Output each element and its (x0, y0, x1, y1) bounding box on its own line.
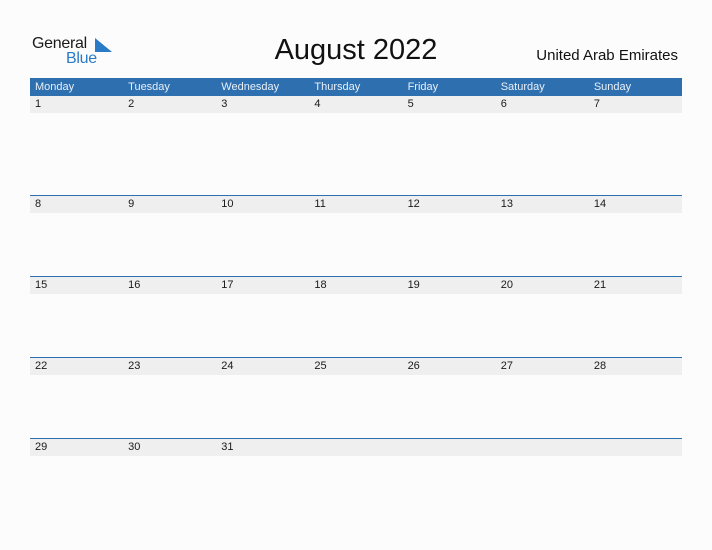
day-cell: 14 (593, 198, 607, 210)
day-cell: 12 (407, 198, 420, 210)
day-cell: 7 (593, 98, 600, 110)
date-row: 1 2 3 4 5 6 7 (30, 96, 682, 113)
day-cell: 17 (221, 279, 234, 291)
day-cell: 21 (593, 279, 607, 291)
day-cell: 25 (314, 360, 327, 372)
week-row: 1 2 3 4 5 6 7 (30, 96, 682, 195)
weekday-sunday: Sunday (593, 81, 632, 93)
day-cell: 1 (35, 98, 42, 110)
day-cell: 10 (221, 198, 234, 210)
day-cell: 22 (35, 360, 48, 372)
day-cell: 26 (407, 360, 420, 372)
week-row: 8 9 10 11 12 13 14 (30, 195, 682, 276)
weekday-friday: Friday (407, 81, 439, 93)
country-label: United Arab Emirates (536, 47, 678, 64)
day-cell: 28 (593, 360, 607, 372)
date-row: 8 9 10 11 12 13 14 (30, 196, 682, 213)
day-cell: 9 (128, 198, 135, 210)
day-cell: 23 (128, 360, 141, 372)
day-cell: 8 (35, 198, 42, 210)
day-cell: 6 (500, 98, 507, 110)
day-cell (496, 439, 589, 456)
day-cell: 20 (500, 279, 513, 291)
week-row: 22 23 24 25 26 27 28 (30, 357, 682, 438)
day-cell (589, 439, 682, 456)
day-cell: 31 (221, 441, 234, 453)
day-cell (403, 439, 496, 456)
weekday-monday: Monday (35, 81, 75, 93)
day-cell: 5 (407, 98, 414, 110)
day-cell: 18 (314, 279, 327, 291)
day-cell: 27 (500, 360, 513, 372)
day-cell: 30 (128, 441, 141, 453)
date-row: 29 30 31 (30, 439, 682, 456)
month-year: August 2022 (274, 34, 438, 66)
weekday-tuesday: Tuesday (128, 81, 170, 93)
day-cell: 13 (500, 198, 513, 210)
day-cell: 24 (221, 360, 234, 372)
calendar-grid: Monday Tuesday Wednesday Thursday Friday… (30, 78, 682, 519)
weekday-thursday: Thursday (314, 81, 361, 93)
day-cell (309, 439, 402, 456)
day-cell: 16 (128, 279, 141, 291)
date-row: 15 16 17 18 19 20 21 (30, 277, 682, 294)
weekday-wednesday: Wednesday (221, 81, 280, 93)
day-cell: 29 (35, 441, 48, 453)
day-cell: 15 (35, 279, 48, 291)
day-cell: 11 (314, 198, 326, 210)
week-row: 15 16 17 18 19 20 21 (30, 276, 682, 357)
date-row: 22 23 24 25 26 27 28 (30, 358, 682, 375)
day-cell: 19 (407, 279, 420, 291)
week-row: 29 30 31 (30, 438, 682, 519)
weekday-header: Monday Tuesday Wednesday Thursday Friday… (30, 78, 682, 96)
day-cell: 4 (314, 98, 321, 110)
day-cell: 2 (128, 98, 135, 110)
weekday-saturday: Saturday (500, 81, 545, 93)
day-cell: 3 (221, 98, 228, 110)
